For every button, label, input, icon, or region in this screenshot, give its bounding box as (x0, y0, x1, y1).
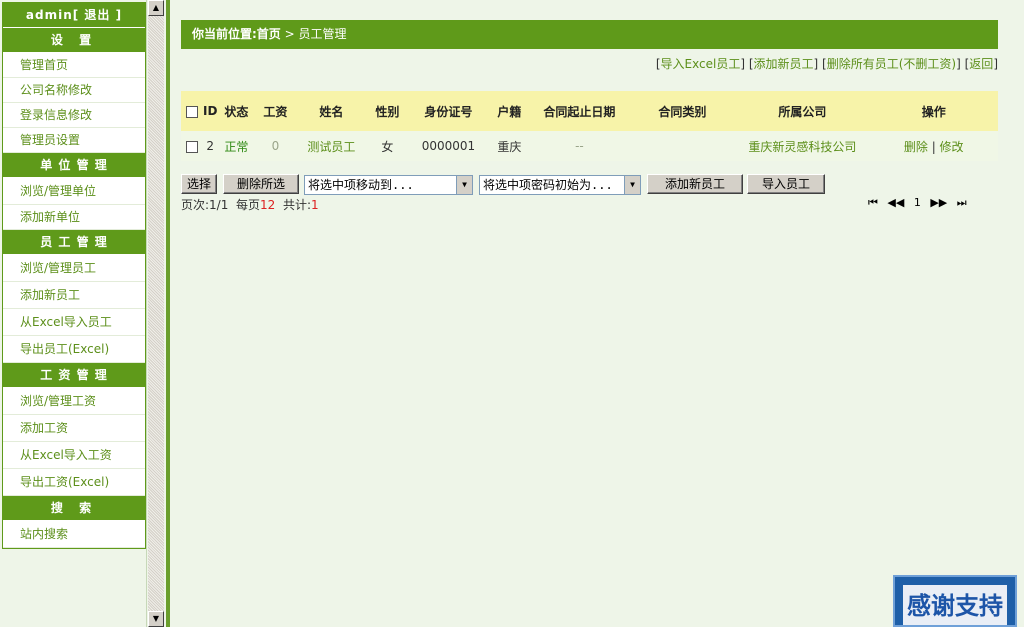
cell-actions: 删除 | 修改 (869, 131, 998, 161)
row-checkbox[interactable] (186, 140, 198, 153)
select-all-checkbox[interactable] (186, 105, 198, 118)
scroll-down-icon[interactable]: ▼ (148, 611, 164, 627)
sidebar-item-export-employees[interactable]: 导出员工(Excel) (3, 336, 145, 363)
add-employee-button[interactable]: 添加新员工 (647, 174, 743, 194)
sidebar-item-browse-employees[interactable]: 浏览/管理员工 (3, 255, 145, 282)
chevron-down-icon: ▼ (624, 176, 640, 194)
col-salary: 工资 (255, 91, 296, 131)
sidebar-item-browse-salary[interactable]: 浏览/管理工资 (3, 388, 145, 415)
select-button[interactable]: 选择 (181, 174, 217, 194)
col-company: 所属公司 (735, 91, 870, 131)
current-page-number: 1 (913, 196, 921, 209)
sidebar-item-add-unit[interactable]: 添加新单位 (3, 205, 145, 230)
prev-page-icon[interactable]: ◀◀ (887, 196, 904, 209)
col-contract-dates: 合同起止日期 (529, 91, 630, 131)
page-value: 1/1 (209, 198, 229, 212)
col-contract-type: 合同类别 (629, 91, 736, 131)
sidebar-panel: admin[ 退出 ] 设 置 管理首页 公司名称修改 登录信息修改 管理员设置… (2, 2, 146, 549)
sidebar-item-import-salary[interactable]: 从Excel导入工资 (3, 442, 145, 469)
cell-name-link[interactable]: 测试员工 (295, 131, 368, 161)
row-checkbox-cell (181, 131, 203, 161)
delete-selected-button[interactable]: 删除所选 (223, 174, 299, 194)
section-units-title: 单 位 管 理 (3, 153, 145, 178)
sidebar-item-admin-home[interactable]: 管理首页 (3, 53, 145, 78)
sidebar-item-login-info[interactable]: 登录信息修改 (3, 103, 145, 128)
import-employee-button[interactable]: 导入员工 (747, 174, 825, 194)
cell-gender: 女 (367, 131, 408, 161)
breadcrumb: 你当前位置:首页 > 员工管理 (181, 20, 998, 49)
main-content: 你当前位置:首页 > 员工管理 [导入Excel员工] [添加新员工] [删除所… (170, 0, 1024, 627)
col-id: ID (203, 91, 218, 131)
cell-company-link[interactable]: 重庆新灵感科技公司 (735, 131, 870, 161)
total-label: 共计: (282, 198, 311, 212)
per-page-value: 12 (260, 198, 276, 212)
table-row: 2 正常 0 测试员工 女 0000001 重庆 -- 重庆新灵感科技公司 删除… (181, 131, 998, 161)
select-all-checkbox-cell (181, 91, 203, 131)
cell-salary: 0 (255, 131, 296, 161)
section-settings-title: 设 置 (3, 28, 145, 53)
reset-password-select[interactable]: 将选中项密码初始为... ▼ (479, 175, 641, 195)
sidebar-item-add-salary[interactable]: 添加工资 (3, 415, 145, 442)
col-name: 姓名 (295, 91, 368, 131)
cell-contract-type (629, 131, 736, 161)
sidebar-item-site-search[interactable]: 站内搜索 (3, 521, 145, 548)
next-page-icon[interactable]: ▶▶ (930, 196, 947, 209)
breadcrumb-current: > 员工管理 (284, 27, 347, 41)
breadcrumb-prefix: 你当前位置:首页 (192, 27, 281, 41)
thanks-badge-text: 感谢支持 (903, 585, 1007, 625)
cell-hukou: 重庆 (489, 131, 530, 161)
page-info: 页次:1/1 每页12 共计:1 (181, 196, 319, 213)
first-page-icon[interactable]: ⏮ (868, 196, 878, 209)
edit-row-link[interactable]: 修改 (940, 140, 964, 154)
sidebar-item-company-name[interactable]: 公司名称修改 (3, 78, 145, 103)
sidebar-scrollbar[interactable]: ▲ ▼ (148, 0, 164, 627)
cell-status: 正常 (217, 131, 256, 161)
col-actions: 操作 (869, 91, 998, 131)
cell-contract-dates: -- (529, 131, 630, 161)
reset-password-select-value: 将选中项密码初始为... (483, 178, 613, 192)
sidebar-item-add-employee[interactable]: 添加新员工 (3, 282, 145, 309)
page-label: 页次: (181, 198, 210, 212)
sidebar-item-browse-units[interactable]: 浏览/管理单位 (3, 178, 145, 205)
scroll-up-icon[interactable]: ▲ (148, 0, 164, 16)
sidebar: admin[ 退出 ] 设 置 管理首页 公司名称修改 登录信息修改 管理员设置… (0, 0, 147, 627)
col-status: 状态 (217, 91, 256, 131)
delete-row-link[interactable]: 删除 (904, 140, 928, 154)
toolbar-links: [导入Excel员工] [添加新员工] [删除所有员工(不删工资)] [返回] (655, 57, 998, 71)
last-page-icon[interactable]: ⏭ (957, 196, 967, 209)
per-page-label: 每页 (236, 198, 261, 212)
sidebar-item-import-employees[interactable]: 从Excel导入员工 (3, 309, 145, 336)
section-search-title: 搜 索 (3, 496, 145, 521)
section-salary-title: 工 资 管 理 (3, 363, 145, 388)
cell-idcard: 0000001 (407, 131, 490, 161)
cell-id: 2 (203, 131, 218, 161)
move-to-select[interactable]: 将选中项移动到... ▼ (304, 175, 473, 195)
back-link[interactable]: 返回 (969, 57, 993, 71)
user-logout-link[interactable]: admin[ 退出 ] (3, 3, 145, 28)
thanks-badge[interactable]: 感谢支持 (893, 575, 1017, 627)
sidebar-item-export-salary[interactable]: 导出工资(Excel) (3, 469, 145, 496)
add-employee-link[interactable]: 添加新员工 (754, 57, 814, 71)
chevron-down-icon: ▼ (456, 176, 472, 194)
col-idcard: 身份证号 (407, 91, 490, 131)
total-value: 1 (310, 198, 319, 212)
table-header-row: ID 状态 工资 姓名 性别 身份证号 户籍 合同起止日期 合同类别 所属公司 … (181, 91, 998, 131)
employee-table: ID 状态 工资 姓名 性别 身份证号 户籍 合同起止日期 合同类别 所属公司 … (181, 91, 998, 161)
section-employees-title: 员 工 管 理 (3, 230, 145, 255)
move-to-select-value: 将选中项移动到... (308, 178, 414, 192)
import-excel-link[interactable]: 导入Excel员工 (661, 57, 741, 71)
pagination: ⏮ ◀◀ 1 ▶▶ ⏭ (868, 196, 973, 210)
col-hukou: 户籍 (489, 91, 530, 131)
delete-all-employees-link[interactable]: 删除所有员工(不删工资) (827, 57, 956, 71)
sidebar-item-admin-settings[interactable]: 管理员设置 (3, 128, 145, 153)
col-gender: 性别 (367, 91, 408, 131)
